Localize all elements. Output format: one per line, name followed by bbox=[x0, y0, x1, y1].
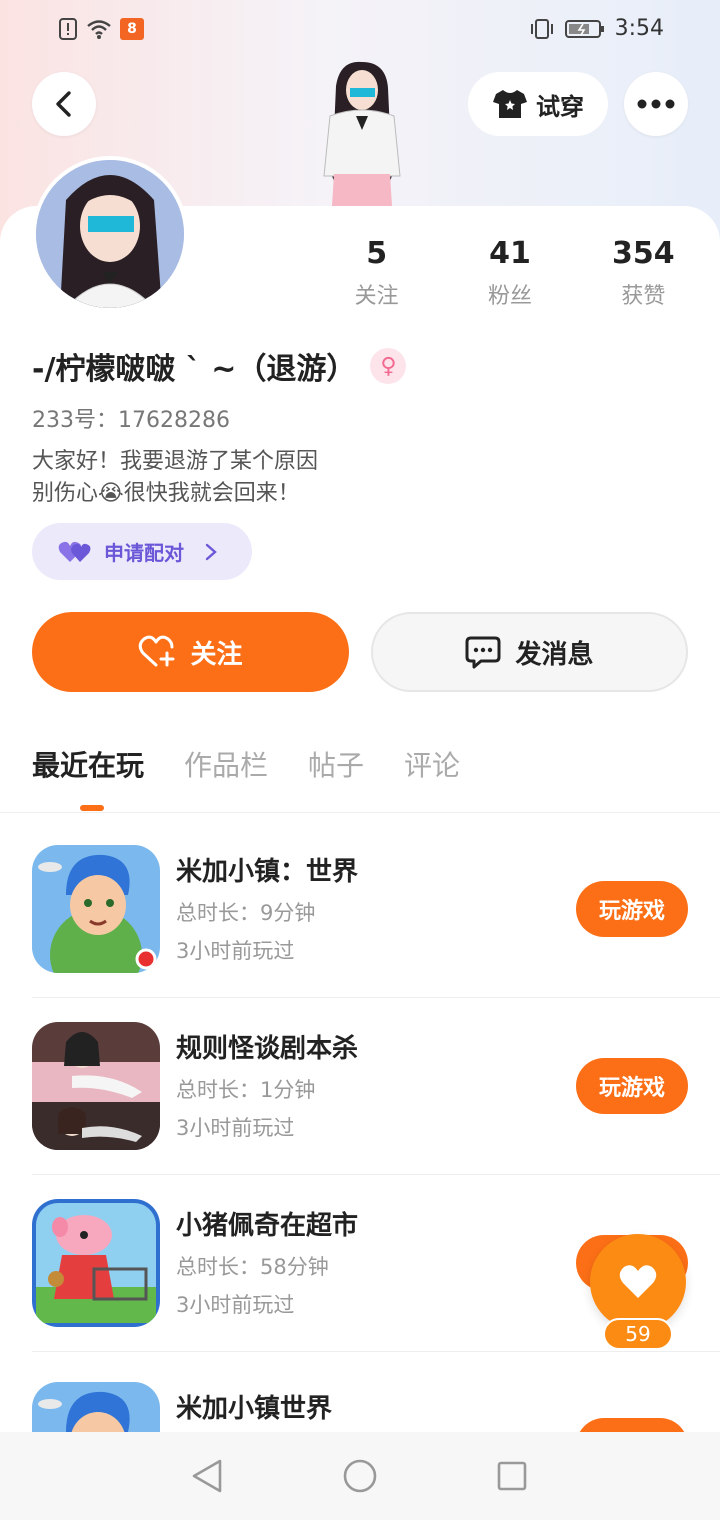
bio: 大家好！我要退游了某个原因 别伤心😭很快我就会回来！ bbox=[32, 446, 318, 510]
chat-bubble-icon bbox=[465, 636, 501, 669]
row-divider bbox=[32, 1174, 720, 1175]
profile-tabs: 最近在玩 作品栏 帖子 评论 bbox=[32, 744, 460, 784]
tab-divider bbox=[0, 812, 720, 813]
nav-back-icon[interactable] bbox=[190, 1458, 224, 1494]
message-button[interactable]: 发消息 bbox=[371, 612, 688, 692]
bio-line-1: 大家好！我要退游了某个原因 bbox=[32, 449, 319, 474]
tab-comments[interactable]: 评论 bbox=[404, 744, 460, 784]
more-button[interactable] bbox=[624, 72, 688, 136]
play-game-button[interactable]: 玩游戏 bbox=[576, 1058, 688, 1114]
uid-label: 233号： bbox=[32, 408, 118, 433]
pair-request-button[interactable]: 申请配对 bbox=[32, 523, 252, 580]
game-title: 米加小镇世界 bbox=[176, 1394, 333, 1424]
game-row[interactable]: 米加小镇：世界 总时长：9分钟 3小时前玩过 玩游戏 bbox=[0, 845, 720, 1022]
female-icon: ♀ bbox=[370, 348, 407, 384]
tab-recently-played[interactable]: 最近在玩 bbox=[32, 744, 144, 784]
stat-likes-count: 354 bbox=[612, 236, 675, 271]
game-last-played: 3小时前玩过 bbox=[176, 939, 295, 963]
username: -/柠檬啵啵 ` ~（退游） bbox=[32, 352, 357, 387]
game-duration: 总时长：9分钟 bbox=[176, 901, 316, 925]
avatar-figure[interactable] bbox=[300, 56, 424, 206]
stat-fans[interactable]: 41 粉丝 bbox=[443, 234, 576, 310]
follow-label: 关注 bbox=[190, 639, 243, 670]
name-row: -/柠檬啵啵 ` ~（退游） ♀ bbox=[32, 344, 407, 388]
more-dots-icon bbox=[637, 99, 675, 109]
game-icon-rules-horror bbox=[32, 1022, 160, 1150]
battery-icon bbox=[564, 19, 604, 38]
alert-icon bbox=[59, 18, 77, 40]
message-label: 发消息 bbox=[515, 639, 594, 670]
user-id: 233号：17628286 bbox=[32, 402, 230, 434]
row-divider bbox=[32, 997, 720, 998]
nav-recents-icon[interactable] bbox=[496, 1460, 528, 1492]
tab-works[interactable]: 作品栏 bbox=[184, 744, 268, 784]
nav-home-icon[interactable] bbox=[342, 1458, 378, 1494]
follow-button[interactable]: 关注 bbox=[32, 612, 349, 692]
double-heart-icon bbox=[58, 541, 91, 562]
vibrate-icon bbox=[530, 18, 553, 39]
stat-fans-count: 41 bbox=[489, 236, 531, 271]
avatar-image bbox=[36, 160, 184, 308]
stat-following-label: 关注 bbox=[354, 284, 399, 309]
chevron-right-icon bbox=[205, 543, 217, 560]
try-on-button[interactable]: 试穿 bbox=[468, 72, 608, 136]
like-float-button[interactable] bbox=[590, 1234, 686, 1330]
tshirt-icon bbox=[493, 90, 527, 118]
game-last-played: 3小时前玩过 bbox=[176, 1293, 295, 1317]
heart-plus-icon bbox=[139, 635, 175, 667]
stat-fans-label: 粉丝 bbox=[487, 284, 532, 309]
active-tab-indicator bbox=[80, 805, 104, 811]
game-duration: 总时长：58分钟 bbox=[176, 1255, 329, 1279]
chevron-left-icon bbox=[56, 91, 71, 117]
system-nav-bar bbox=[0, 1432, 720, 1520]
game-last-played: 3小时前玩过 bbox=[176, 1116, 295, 1140]
pair-request-label: 申请配对 bbox=[104, 541, 184, 565]
game-title: 小猪佩奇在超市 bbox=[176, 1211, 359, 1241]
stat-following-count: 5 bbox=[366, 236, 388, 271]
game-icon-peppa-pig bbox=[32, 1199, 160, 1327]
stat-likes-label: 获赞 bbox=[621, 284, 666, 309]
game-row[interactable]: 规则怪谈剧本杀 总时长：1分钟 3小时前玩过 玩游戏 bbox=[0, 1022, 720, 1199]
status-bar: 8 3:54 bbox=[0, 0, 720, 60]
stat-likes[interactable]: 354 获赞 bbox=[577, 234, 710, 310]
avatar[interactable] bbox=[32, 156, 188, 312]
app-notification-icon: 8 bbox=[120, 18, 144, 40]
game-title: 规则怪谈剧本杀 bbox=[176, 1034, 359, 1064]
stats-row: 5 关注 41 粉丝 354 获赞 bbox=[310, 234, 710, 310]
back-button[interactable] bbox=[32, 72, 96, 136]
game-icon-toca-world bbox=[32, 845, 160, 973]
game-title: 米加小镇：世界 bbox=[176, 857, 359, 887]
play-game-button[interactable]: 玩游戏 bbox=[576, 881, 688, 937]
wifi-icon bbox=[87, 20, 111, 39]
row-divider bbox=[32, 1351, 720, 1352]
heart-icon bbox=[619, 1265, 657, 1298]
like-count-badge: 59 bbox=[603, 1318, 673, 1350]
game-duration: 总时长：1分钟 bbox=[176, 1078, 316, 1102]
clock: 3:54 bbox=[614, 16, 664, 41]
try-on-label: 试穿 bbox=[536, 92, 584, 121]
tab-posts[interactable]: 帖子 bbox=[308, 744, 364, 784]
bio-line-2: 别伤心😭很快我就会回来！ bbox=[32, 481, 300, 506]
uid-value: 17628286 bbox=[118, 408, 230, 433]
stat-following[interactable]: 5 关注 bbox=[310, 234, 443, 310]
